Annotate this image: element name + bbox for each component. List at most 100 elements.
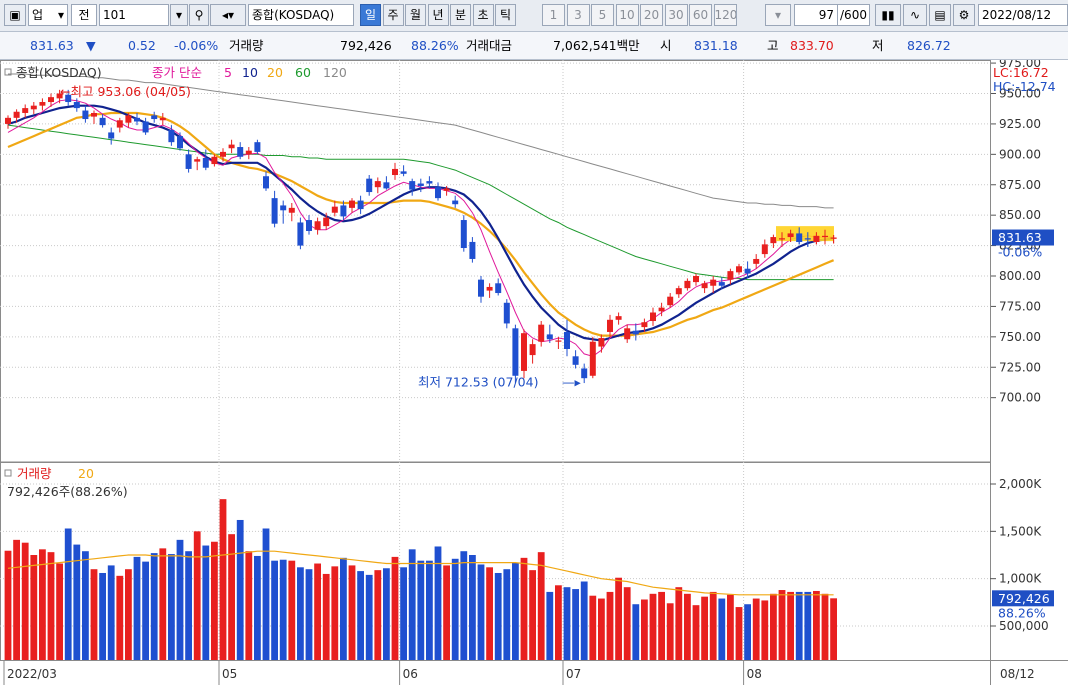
volume-bar: [709, 591, 717, 660]
low-value: 826.72: [907, 38, 951, 53]
chevron-down-icon[interactable]: ▾: [765, 4, 791, 26]
prev-button[interactable]: 전: [71, 4, 97, 26]
candle-body: [589, 341, 596, 376]
candle-body: [486, 286, 493, 291]
volume-bar: [64, 528, 72, 660]
price-tick-label: 925.00: [999, 117, 1041, 131]
interval-tab-120[interactable]: 120: [713, 4, 737, 26]
candle-body: [607, 319, 613, 332]
candle-body: [280, 205, 287, 211]
candle-body: [409, 181, 416, 190]
date-input[interactable]: 2022/08/12: [978, 4, 1068, 26]
sound-icon[interactable]: ◂▾: [210, 4, 246, 26]
candle-body: [383, 182, 390, 189]
candle-body: [813, 235, 820, 242]
current-price: 831.63: [30, 38, 74, 53]
period-tab-0[interactable]: 일: [360, 4, 381, 26]
candle-body: [830, 237, 837, 239]
interval-tab-20[interactable]: 20: [640, 4, 663, 26]
candle-type-icon[interactable]: ▮▮: [875, 4, 901, 26]
volume-bar: [632, 604, 640, 660]
candle-body: [400, 171, 407, 174]
candle-body: [211, 156, 218, 165]
volume-bar: [331, 566, 339, 660]
candle-body: [770, 237, 777, 244]
chevron-down-icon[interactable]: ▾: [170, 4, 188, 26]
stock-chart[interactable]: 975.00950.00925.00900.00875.00850.00825.…: [0, 60, 1068, 685]
candle-body: [495, 283, 502, 294]
save-icon[interactable]: ▤: [929, 4, 951, 26]
last-volume-tag-text: 792,426: [998, 591, 1050, 606]
volume-bar: [125, 569, 132, 660]
chevron-down-icon: ▾: [57, 8, 64, 22]
candle-body: [125, 115, 132, 123]
candle-body: [99, 117, 106, 126]
volume-bar: [537, 552, 545, 660]
interval-tab-5[interactable]: 5: [591, 4, 614, 26]
interval-tab-3[interactable]: 3: [566, 4, 590, 26]
candle-body: [73, 102, 80, 109]
line-tool-icon[interactable]: ∿: [903, 4, 927, 26]
volume-bar: [426, 560, 433, 660]
high-value: 833.70: [790, 38, 834, 53]
interval-tab-1[interactable]: 1: [542, 4, 565, 26]
volume-bar: [718, 598, 726, 660]
volume-bar: [133, 556, 141, 660]
period-tab-4[interactable]: 분: [450, 4, 471, 26]
market-select[interactable]: 업 ▾: [28, 4, 68, 26]
x-tick-label: 06: [403, 667, 418, 681]
candle-body: [331, 206, 338, 213]
candle-body: [521, 333, 527, 371]
code-input[interactable]: 101: [99, 4, 169, 26]
gear-icon[interactable]: ⚙: [953, 4, 975, 26]
candle-body: [91, 112, 97, 117]
candle-body: [357, 200, 364, 210]
volume-chart-title: 거래량: [17, 466, 52, 481]
volume-bar: [211, 541, 218, 660]
period-tab-1[interactable]: 주: [382, 4, 404, 26]
volume-bar: [193, 531, 201, 660]
candle-body: [263, 176, 269, 189]
x-right-label: 08/12: [1000, 667, 1035, 681]
period-tab-5[interactable]: 초: [472, 4, 494, 26]
period-tab-2[interactable]: 월: [405, 4, 426, 26]
x-tick-label: 08: [747, 667, 762, 681]
volume-bar: [649, 593, 657, 660]
volume-bar: [417, 560, 425, 660]
layout-icon[interactable]: ▣: [4, 4, 26, 26]
last-price-tag-text: 831.63: [998, 230, 1042, 245]
volume-bar: [477, 564, 485, 660]
period-tab-3[interactable]: 년: [427, 4, 449, 26]
volume-bar: [443, 565, 450, 660]
candle-body: [82, 110, 89, 120]
quote-bar: 831.63 ▼ 0.52 -0.06% 거래량 792,426 88.26% …: [0, 32, 1068, 90]
interval-tab-30[interactable]: 30: [664, 4, 688, 26]
search-icon[interactable]: ⚲: [189, 4, 209, 26]
arrow-right-icon: —▸: [562, 374, 582, 389]
period-tab-6[interactable]: 틱: [495, 4, 516, 26]
legend-ma-120: 120: [323, 65, 347, 80]
interval-tab-60[interactable]: 60: [689, 4, 712, 26]
volume-bar: [821, 593, 829, 660]
volume-bar: [770, 593, 777, 660]
volume-bar: [202, 545, 210, 660]
volume-bar: [658, 591, 665, 660]
candle-body: [478, 279, 484, 297]
volume-bar: [641, 599, 648, 660]
volume-bar: [494, 572, 502, 660]
candle-body: [761, 244, 768, 255]
candle-body: [512, 328, 519, 376]
change-percent: -0.06%: [174, 38, 219, 53]
volume-bar: [529, 570, 536, 660]
volume-bar: [271, 560, 278, 660]
candle-body: [366, 178, 373, 193]
candle-body: [177, 136, 183, 149]
volume-bar: [56, 563, 63, 660]
count-input[interactable]: 97: [794, 4, 838, 26]
candle-body: [787, 233, 794, 238]
candle-body: [13, 111, 20, 118]
volume-bar: [469, 555, 476, 660]
volume-bar: [623, 587, 631, 660]
candle-body: [650, 312, 656, 322]
interval-tab-10[interactable]: 10: [615, 4, 639, 26]
